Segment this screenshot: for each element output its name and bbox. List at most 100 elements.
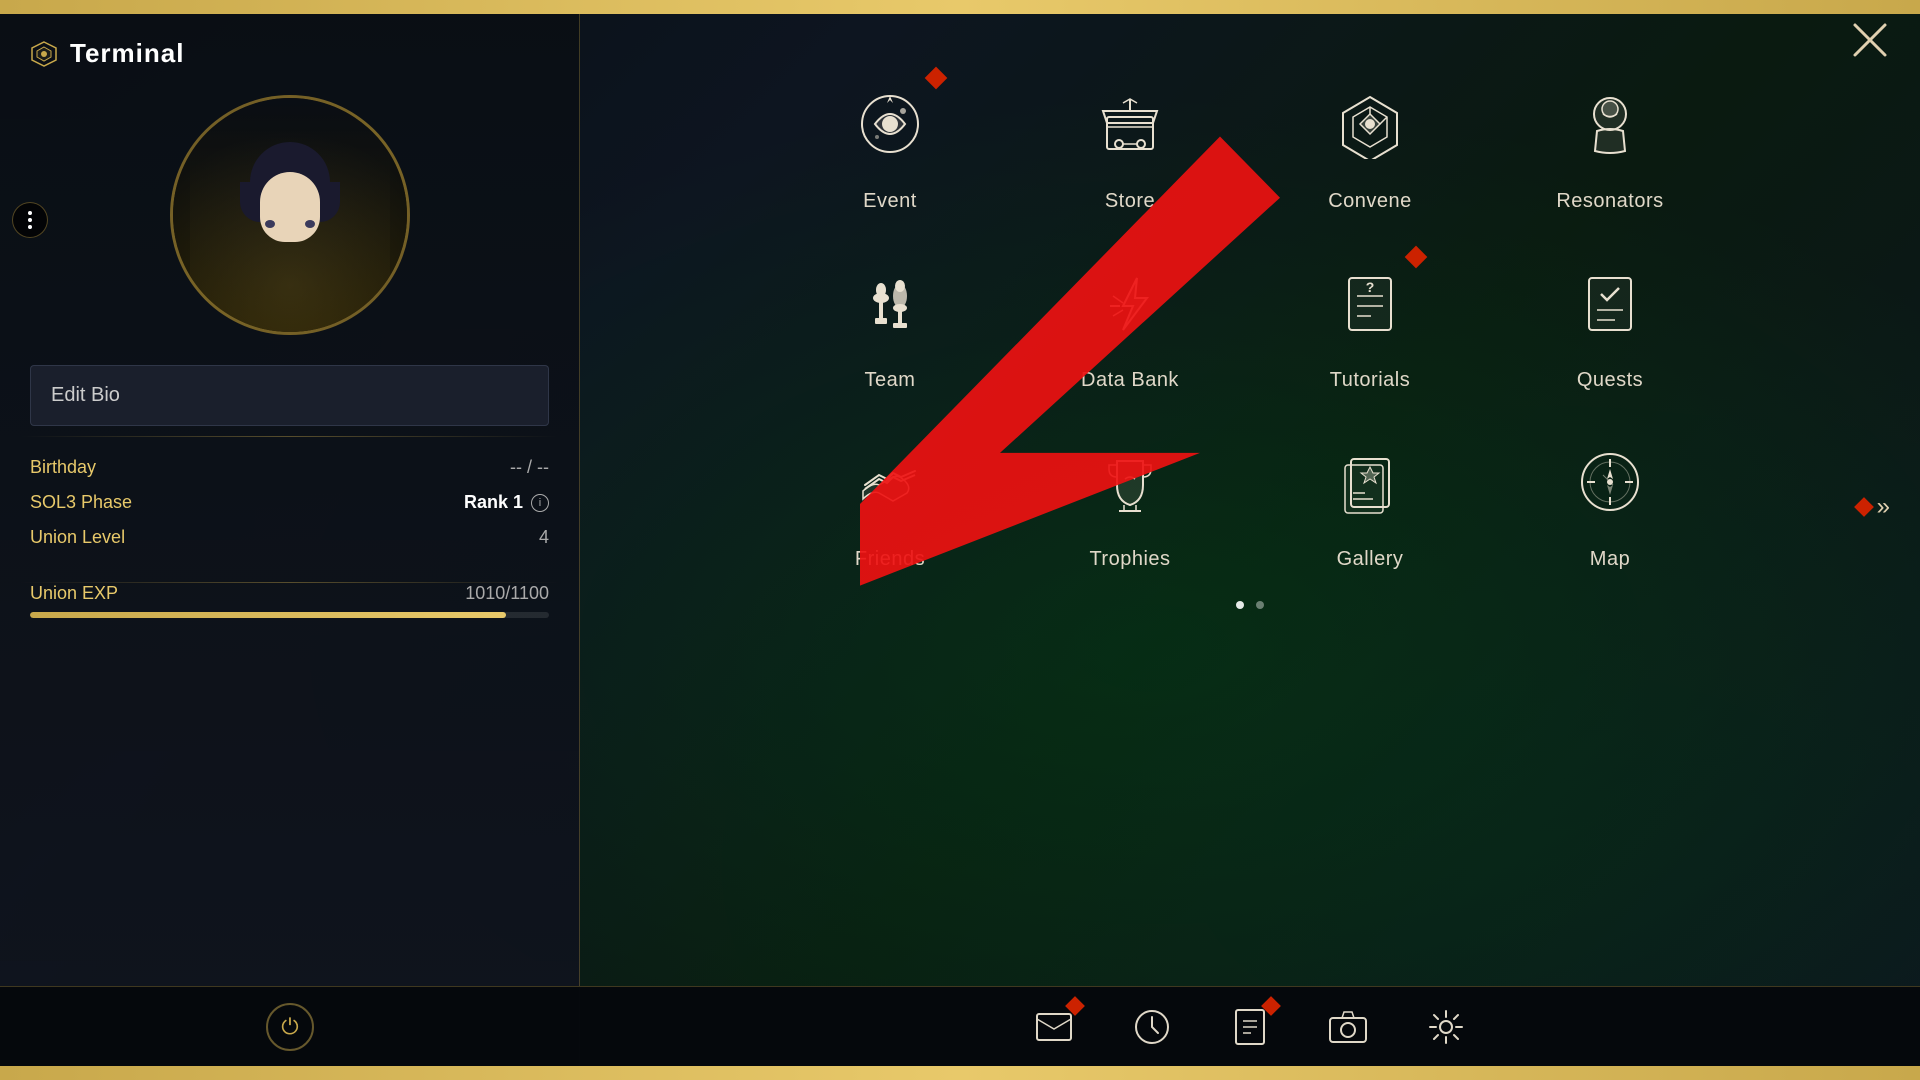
avatar-frame bbox=[170, 95, 410, 335]
menu-item-store[interactable]: Store bbox=[1040, 74, 1220, 213]
terminal-header: Terminal bbox=[0, 14, 579, 85]
page-dot-2[interactable] bbox=[1256, 601, 1264, 609]
event-notification bbox=[925, 67, 948, 90]
dot-2 bbox=[28, 218, 32, 222]
dot-3 bbox=[28, 225, 32, 229]
more-pages-button[interactable]: » bbox=[1857, 493, 1890, 521]
resonators-icon-wrap bbox=[1560, 74, 1660, 174]
player-stats: Birthday -- / -- SOL3 Phase Rank 1 i Uni… bbox=[0, 437, 579, 582]
taskbar-right bbox=[580, 1003, 1920, 1051]
menu-item-databank[interactable]: Data Bank bbox=[1040, 253, 1220, 392]
convene-icon-wrap bbox=[1320, 74, 1420, 174]
birthday-row: Birthday -- / -- bbox=[30, 457, 549, 478]
map-icon bbox=[1575, 447, 1645, 517]
menu-item-resonators[interactable]: Resonators bbox=[1520, 74, 1700, 213]
exp-section: Union EXP 1010/1100 bbox=[0, 583, 579, 638]
exp-label: Union EXP bbox=[30, 583, 118, 604]
team-icon bbox=[855, 268, 925, 338]
character-skin bbox=[260, 172, 320, 242]
gallery-icon bbox=[1335, 447, 1405, 517]
menu-item-map[interactable]: Map bbox=[1520, 432, 1700, 571]
terminal-title: Terminal bbox=[70, 38, 184, 69]
map-icon-wrap bbox=[1560, 432, 1660, 532]
union-level-value: 4 bbox=[539, 527, 549, 548]
store-icon bbox=[1095, 89, 1165, 159]
team-label: Team bbox=[865, 369, 916, 392]
trophies-icon bbox=[1095, 447, 1165, 517]
union-level-label: Union Level bbox=[30, 527, 125, 548]
character-eye-right bbox=[305, 220, 315, 228]
resonators-icon bbox=[1575, 89, 1645, 159]
menu-item-convene[interactable]: Convene bbox=[1280, 74, 1460, 213]
rank-info: Rank 1 i bbox=[464, 492, 549, 513]
top-border bbox=[0, 0, 1920, 14]
store-label: Store bbox=[1105, 190, 1155, 213]
more-notification bbox=[1854, 497, 1874, 517]
tutorials-icon-wrap: ? bbox=[1320, 253, 1420, 353]
map-label: Map bbox=[1590, 548, 1630, 571]
document-icon bbox=[1235, 1009, 1265, 1045]
avatar-area bbox=[0, 85, 579, 355]
dot-1 bbox=[28, 211, 32, 215]
friends-icon bbox=[855, 447, 925, 517]
menu-item-gallery[interactable]: Gallery bbox=[1280, 432, 1460, 571]
character-eye-left bbox=[265, 220, 275, 228]
menu-item-quests[interactable]: Quests bbox=[1520, 253, 1700, 392]
mail-icon bbox=[1036, 1013, 1072, 1041]
trophies-label: Trophies bbox=[1089, 548, 1170, 571]
databank-icon bbox=[1095, 268, 1165, 338]
convene-label: Convene bbox=[1328, 190, 1412, 213]
taskbar-settings-button[interactable] bbox=[1422, 1003, 1470, 1051]
exp-value: 1010/1100 bbox=[465, 583, 549, 604]
menu-item-team[interactable]: Team bbox=[800, 253, 980, 392]
menu-item-friends[interactable]: Friends bbox=[800, 432, 980, 571]
menu-item-tutorials[interactable]: ? Tutorials bbox=[1280, 253, 1460, 392]
databank-icon-wrap bbox=[1080, 253, 1180, 353]
friends-icon-wrap bbox=[840, 432, 940, 532]
birthday-label: Birthday bbox=[30, 457, 96, 478]
terminal-icon bbox=[30, 40, 58, 68]
left-panel: Terminal bbox=[0, 14, 580, 1066]
taskbar-document-button[interactable] bbox=[1226, 1003, 1274, 1051]
taskbar-camera-button[interactable] bbox=[1324, 1003, 1372, 1051]
taskbar-clock-button[interactable] bbox=[1128, 1003, 1176, 1051]
close-button[interactable] bbox=[1850, 20, 1890, 68]
main-area: Event Store bbox=[580, 14, 1920, 1000]
page-dot-1[interactable] bbox=[1236, 601, 1244, 609]
exp-row: Union EXP 1010/1100 bbox=[30, 583, 549, 604]
event-icon bbox=[855, 89, 925, 159]
exp-bar-background bbox=[30, 612, 549, 618]
settings-icon bbox=[1428, 1009, 1464, 1045]
svg-text:?: ? bbox=[1366, 279, 1375, 295]
power-button[interactable]: ⏻ bbox=[266, 1003, 314, 1051]
menu-grid: Event Store bbox=[800, 74, 1700, 571]
sol3-label: SOL3 Phase bbox=[30, 492, 132, 513]
friends-label: Friends bbox=[855, 548, 925, 571]
menu-item-event[interactable]: Event bbox=[800, 74, 980, 213]
character-face bbox=[245, 142, 335, 252]
tutorials-icon: ? bbox=[1335, 268, 1405, 338]
character-eyes bbox=[265, 220, 315, 228]
menu-item-trophies[interactable]: Trophies bbox=[1040, 432, 1220, 571]
exp-bar-fill bbox=[30, 612, 506, 618]
power-icon: ⏻ bbox=[281, 1014, 298, 1040]
convene-icon bbox=[1335, 89, 1405, 159]
trophies-icon-wrap bbox=[1080, 432, 1180, 532]
gallery-icon-wrap bbox=[1320, 432, 1420, 532]
taskbar-mail-button[interactable] bbox=[1030, 1003, 1078, 1051]
camera-icon bbox=[1328, 1010, 1368, 1044]
resonators-label: Resonators bbox=[1556, 190, 1663, 213]
clock-icon bbox=[1134, 1009, 1170, 1045]
page-dots bbox=[660, 601, 1840, 609]
birthday-value: -- / -- bbox=[510, 457, 549, 478]
avatar-options-button[interactable] bbox=[12, 202, 48, 238]
union-level-row: Union Level 4 bbox=[30, 527, 549, 548]
store-icon-wrap bbox=[1080, 74, 1180, 174]
quests-icon-wrap bbox=[1560, 253, 1660, 353]
edit-bio-button[interactable]: Edit Bio bbox=[30, 365, 549, 426]
bottom-border bbox=[0, 1066, 1920, 1080]
event-icon-wrap bbox=[840, 74, 940, 174]
info-icon[interactable]: i bbox=[531, 494, 549, 512]
databank-label: Data Bank bbox=[1081, 369, 1179, 392]
quests-label: Quests bbox=[1577, 369, 1643, 392]
